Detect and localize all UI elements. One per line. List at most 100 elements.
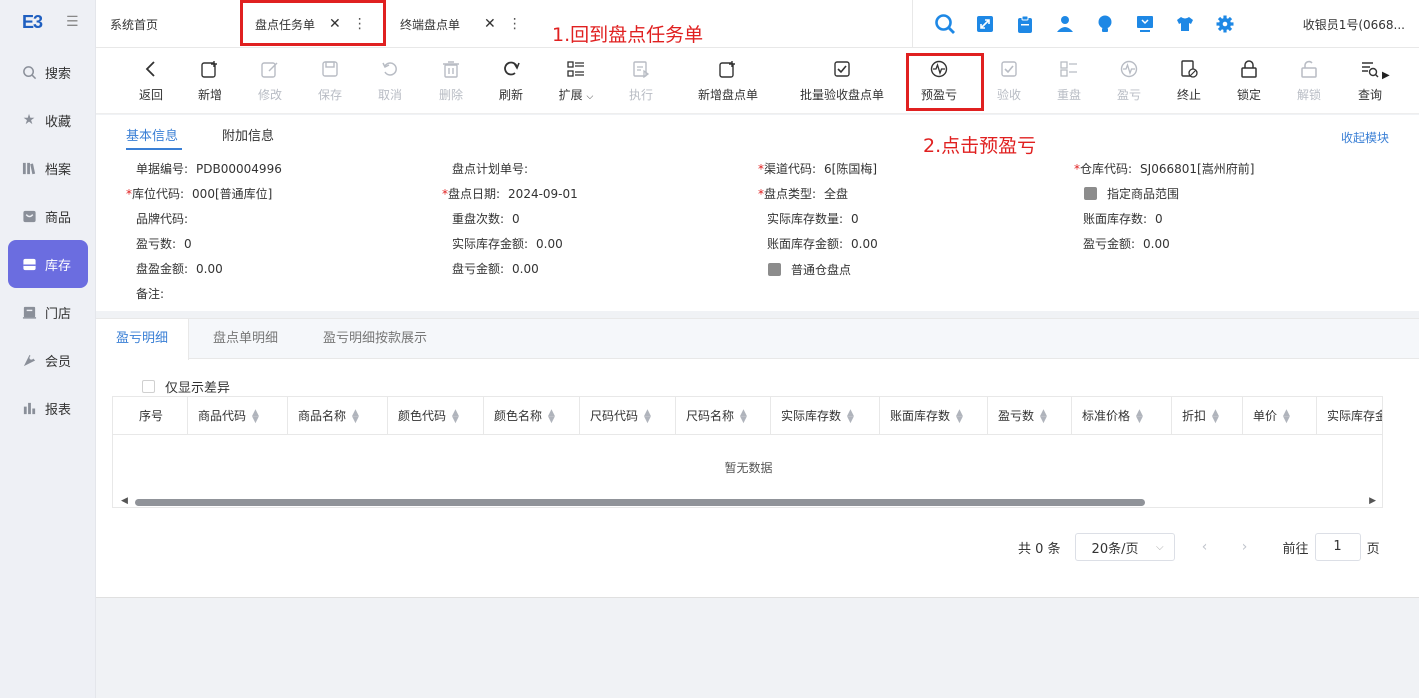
field-channel: *渠道代码: 6[陈国梅] <box>758 162 878 176</box>
col-discount[interactable]: 折扣 ▲ ▼ <box>1172 397 1243 435</box>
member-icon <box>20 351 38 369</box>
page-jump-input[interactable]: 1 <box>1314 533 1361 561</box>
button-label: 新增 <box>197 88 222 102</box>
col-pl-qty[interactable]: 盈亏数 ▲ ▼ <box>988 397 1072 435</box>
scroll-thumb[interactable] <box>135 499 1145 506</box>
tab-home[interactable]: 系统首页 <box>110 0 158 48</box>
highlight-pre-profit <box>906 53 984 111</box>
profit-button[interactable]: 盈亏 <box>1099 58 1159 103</box>
tab-pl-by-style[interactable]: 盈亏明细按款展示 <box>303 319 447 359</box>
col-actual-amt[interactable]: 实际库存金 <box>1317 397 1382 435</box>
page-size-select[interactable]: 20条/页 ⌵ <box>1074 533 1175 561</box>
col-std-price[interactable]: 标准价格 ▲ ▼ <box>1072 397 1172 435</box>
sidebar-item-product[interactable]: 商品 <box>8 192 88 240</box>
scroll-right-icon[interactable]: ▶ <box>1382 70 1390 81</box>
more-icon[interactable]: ⋮ <box>508 16 522 32</box>
chevron-left-icon <box>121 58 181 80</box>
arrow-right-icon[interactable]: ▶ <box>1369 496 1376 506</box>
tab-count-detail[interactable]: 盘点单明细 <box>193 319 298 359</box>
bulb-icon[interactable] <box>1085 15 1125 34</box>
tab-extra-info[interactable]: 附加信息 <box>222 125 274 144</box>
inventory-icon <box>20 255 38 273</box>
col-unit-price[interactable]: 单价 ▲ ▼ <box>1243 397 1317 435</box>
col-color-code[interactable]: 颜色代码 ▲ ▼ <box>388 397 484 435</box>
tab-label: 系统首页 <box>110 17 159 32</box>
lock-icon <box>1219 58 1279 80</box>
empty-message: 暂无数据 <box>724 461 773 475</box>
arrow-left-icon[interactable]: ◀ <box>121 496 128 506</box>
batch-verify-button[interactable]: 批量验收盘点单 <box>792 58 892 103</box>
gear-icon[interactable] <box>1205 15 1245 33</box>
sort-icon: ▲ ▼ <box>1212 407 1219 425</box>
shirt-icon[interactable] <box>1165 16 1205 32</box>
lock-button[interactable]: 锁定 <box>1219 58 1279 103</box>
horizontal-scrollbar[interactable]: ◀ ▶ <box>113 496 1382 507</box>
checkbox-normal-wh[interactable]: 普通仓盘点 <box>768 261 851 278</box>
close-icon[interactable]: ✕ <box>484 16 496 32</box>
edit-button[interactable]: 修改 <box>240 58 300 103</box>
button-label: 批量验收盘点单 <box>799 88 884 102</box>
cancel-button[interactable]: 取消 <box>360 58 420 103</box>
refresh-button[interactable]: 刷新 <box>481 58 541 103</box>
sidebar-item-report[interactable]: 报表 <box>8 384 88 432</box>
col-size-code[interactable]: 尺码代码 ▲ ▼ <box>580 397 676 435</box>
execute-button[interactable]: 执行 <box>611 58 671 103</box>
sort-icon: ▲ ▼ <box>644 407 651 425</box>
clipboard-icon[interactable] <box>1005 15 1045 34</box>
search-icon[interactable] <box>925 13 965 35</box>
new-button[interactable]: 新增 <box>180 58 240 103</box>
col-actual-qty[interactable]: 实际库存数 ▲ ▼ <box>771 397 880 435</box>
field-plan-no: 盘点计划单号: <box>452 162 529 176</box>
list-icon <box>546 58 606 80</box>
back-button[interactable]: 返回 <box>121 58 181 103</box>
col-product-name[interactable]: 商品名称 ▲ ▼ <box>288 397 388 435</box>
chevron-down-icon: ⌵ <box>586 92 594 102</box>
col-book-qty[interactable]: 账面库存数 ▲ ▼ <box>880 397 988 435</box>
sidebar-item-inventory[interactable]: 库存 <box>8 240 88 288</box>
sort-icon: ▲ ▼ <box>740 407 747 425</box>
only-diff-checkbox[interactable]: 仅显示差异 <box>142 377 230 396</box>
delete-button[interactable]: 删除 <box>421 58 481 103</box>
recount-icon <box>1039 58 1099 80</box>
edit-icon <box>240 58 300 80</box>
expand-icon[interactable] <box>965 15 1005 33</box>
monitor-icon[interactable] <box>1125 15 1165 33</box>
sort-icon: ▲ ▼ <box>1283 407 1290 425</box>
sidebar-item-label: 商品 <box>45 210 72 226</box>
button-label: 执行 <box>628 88 653 102</box>
tab-basic-info[interactable]: 基本信息 <box>126 125 178 144</box>
field-location: *库位代码: 000[普通库位] <box>126 187 273 201</box>
trash-icon <box>421 58 481 80</box>
add-doc-icon <box>180 58 240 80</box>
field-warehouse: *仓库代码: SJ066801[嵩州府前] <box>1074 162 1255 176</box>
new-count-button[interactable]: 新增盘点单 <box>688 58 768 103</box>
sidebar-item-favorites[interactable]: ★ 收藏 <box>8 96 88 144</box>
button-label: 修改 <box>257 88 282 102</box>
col-size-name[interactable]: 尺码名称 ▲ ▼ <box>676 397 771 435</box>
checkbox-icon <box>1084 187 1097 200</box>
sidebar-item-search[interactable]: 搜索 <box>8 48 88 96</box>
tab-terminal-count[interactable]: 终端盘点单 ✕ ⋮ <box>400 0 522 48</box>
col-seq: 序号 <box>113 397 188 435</box>
col-color-name[interactable]: 颜色名称 ▲ ▼ <box>484 397 580 435</box>
collapse-module-link[interactable]: 收起模块 <box>1341 129 1389 146</box>
query-button[interactable]: 查询 <box>1340 58 1400 103</box>
sidebar-item-store[interactable]: 门店 <box>8 288 88 336</box>
tab-pl-detail[interactable]: 盈亏明细 <box>96 319 190 360</box>
checkbox-scope[interactable]: 指定商品范围 <box>1084 185 1179 202</box>
recount-button[interactable]: 重盘 <box>1039 58 1099 103</box>
menu-collapse-icon[interactable]: ☰ <box>66 14 79 30</box>
extend-button[interactable]: 扩展 ⌵ <box>546 58 606 103</box>
save-button[interactable]: 保存 <box>300 58 360 103</box>
terminate-button[interactable]: 终止 <box>1159 58 1219 103</box>
unlock-button[interactable]: 解锁 <box>1279 58 1339 103</box>
col-product-code[interactable]: 商品代码 ▲ ▼ <box>188 397 288 435</box>
next-page-icon[interactable]: › <box>1225 539 1265 555</box>
sort-icon: ▲ ▼ <box>352 407 359 425</box>
user-icon[interactable] <box>1045 15 1085 33</box>
verify-button[interactable]: 验收 <box>979 58 1039 103</box>
sidebar-item-member[interactable]: 会员 <box>8 336 88 384</box>
sidebar-item-archive[interactable]: 档案 <box>8 144 88 192</box>
prev-page-icon[interactable]: ‹ <box>1185 539 1225 555</box>
user-menu[interactable]: 收银员1号(0668... <box>1303 16 1405 33</box>
